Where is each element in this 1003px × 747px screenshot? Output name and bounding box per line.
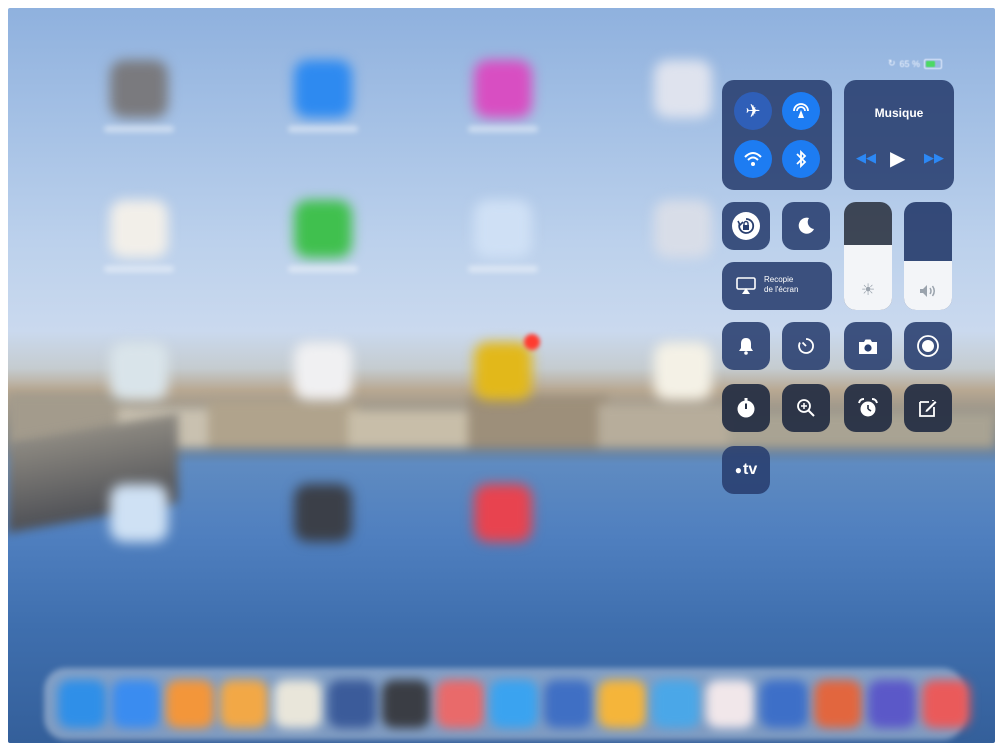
record-icon — [917, 335, 939, 357]
battery-icon — [924, 58, 943, 69]
app-icon[interactable] — [294, 200, 352, 258]
volume-slider[interactable] — [904, 202, 952, 310]
screen-mirroring-label-line2: de l'écran — [764, 285, 799, 294]
camera-icon — [859, 339, 877, 354]
status-bar: ↻ 65 % — [888, 58, 943, 69]
airplane-icon: ✈ — [745, 100, 761, 121]
apple-tv-label: tv — [743, 461, 758, 478]
app-label — [288, 126, 358, 132]
airdrop-toggle[interactable] — [782, 92, 820, 130]
app-label — [104, 126, 174, 132]
app-icon[interactable] — [474, 484, 532, 542]
bell-icon — [739, 338, 753, 355]
stopwatch-icon — [737, 398, 755, 418]
moon-icon — [798, 217, 814, 234]
dock-app-icon[interactable] — [166, 680, 214, 728]
screen-mirroring-button[interactable]: Recopie de l'écran — [722, 262, 832, 310]
play-button[interactable]: ▶ — [890, 146, 905, 171]
app-label — [104, 266, 174, 272]
screen-recording-button[interactable] — [904, 322, 952, 370]
app-label — [288, 266, 358, 272]
dock-app-icon[interactable] — [598, 680, 646, 728]
app-icon[interactable] — [294, 342, 352, 400]
play-icon: ▶ — [890, 148, 906, 170]
dock-app-icon[interactable] — [544, 680, 592, 728]
music-title: Musique — [874, 106, 924, 120]
dock-app-icon[interactable] — [112, 680, 160, 728]
camera-button[interactable] — [844, 322, 892, 370]
stopwatch-button[interactable] — [722, 384, 770, 432]
magnifier-button[interactable] — [782, 384, 830, 432]
alarm-clock-icon — [858, 398, 878, 417]
app-label — [468, 266, 538, 272]
bluetooth-icon — [796, 149, 807, 169]
orientation-lock-icon — [732, 212, 760, 240]
dock-app-icon[interactable] — [706, 680, 754, 728]
rewind-icon: ◀◀ — [856, 150, 876, 165]
app-icon[interactable] — [110, 342, 168, 400]
dock-app-icon[interactable] — [490, 680, 538, 728]
orientation-lock-button[interactable] — [722, 202, 770, 250]
compose-icon — [919, 400, 937, 417]
home-screen-wallpaper: ↻ 65 % ✈ Musique ◀◀ ▶ ▶▶ ☀ Recopie de l'… — [8, 8, 995, 743]
speaker-icon — [904, 284, 952, 298]
dock-app-icon[interactable] — [814, 680, 862, 728]
previous-track-button[interactable]: ◀◀ — [856, 150, 876, 166]
silent-mode-button[interactable] — [722, 322, 770, 370]
wifi-toggle[interactable] — [734, 140, 772, 178]
app-icon[interactable] — [294, 484, 352, 542]
apple-logo-icon: ● — [734, 463, 742, 477]
timer-icon — [798, 338, 814, 354]
app-icon[interactable] — [110, 484, 168, 542]
dock-app-icon[interactable] — [868, 680, 916, 728]
app-icon[interactable] — [110, 200, 168, 258]
do-not-disturb-button[interactable] — [782, 202, 830, 250]
airplane-mode-toggle[interactable]: ✈ — [734, 92, 772, 130]
brightness-level — [844, 245, 892, 310]
fast-forward-icon: ▶▶ — [924, 150, 944, 165]
dock-app-icon[interactable] — [382, 680, 430, 728]
app-icon[interactable] — [474, 342, 532, 400]
notification-badge — [524, 334, 540, 350]
orientation-lock-status-icon: ↻ — [888, 58, 896, 68]
dock-app-icon[interactable] — [58, 680, 106, 728]
app-label — [468, 126, 538, 132]
dock-app-icon[interactable] — [274, 680, 322, 728]
magnifier-icon — [797, 399, 815, 417]
next-track-button[interactable]: ▶▶ — [924, 150, 944, 166]
app-icon[interactable] — [110, 60, 168, 118]
dock-app-icon[interactable] — [652, 680, 700, 728]
connectivity-module: ✈ — [722, 80, 832, 190]
alarm-button[interactable] — [844, 384, 892, 432]
airdrop-icon — [793, 103, 809, 118]
apple-tv-remote-button[interactable]: ● tv — [722, 446, 770, 494]
battery-percentage: 65 % — [899, 58, 921, 69]
app-icon[interactable] — [474, 200, 532, 258]
dock-app-icon[interactable] — [436, 680, 484, 728]
sun-icon: ☀ — [860, 282, 876, 299]
music-module[interactable]: Musique ◀◀ ▶ ▶▶ — [844, 80, 954, 190]
brightness-slider[interactable]: ☀ — [844, 202, 892, 310]
app-icon[interactable] — [474, 60, 532, 118]
dock-app-icon[interactable] — [220, 680, 268, 728]
app-icon[interactable] — [654, 200, 712, 258]
screen-mirroring-label-line1: Recopie — [764, 275, 794, 284]
wifi-icon — [744, 152, 762, 166]
app-icon[interactable] — [294, 60, 352, 118]
dock-app-icon[interactable] — [328, 680, 376, 728]
timer-button[interactable] — [782, 322, 830, 370]
screen-mirroring-icon — [736, 277, 756, 294]
app-icon[interactable] — [654, 342, 712, 400]
bluetooth-toggle[interactable] — [782, 140, 820, 178]
notes-button[interactable] — [904, 384, 952, 432]
app-icon[interactable] — [654, 60, 712, 118]
dock-app-icon[interactable] — [922, 680, 970, 728]
dock-app-icon[interactable] — [760, 680, 808, 728]
